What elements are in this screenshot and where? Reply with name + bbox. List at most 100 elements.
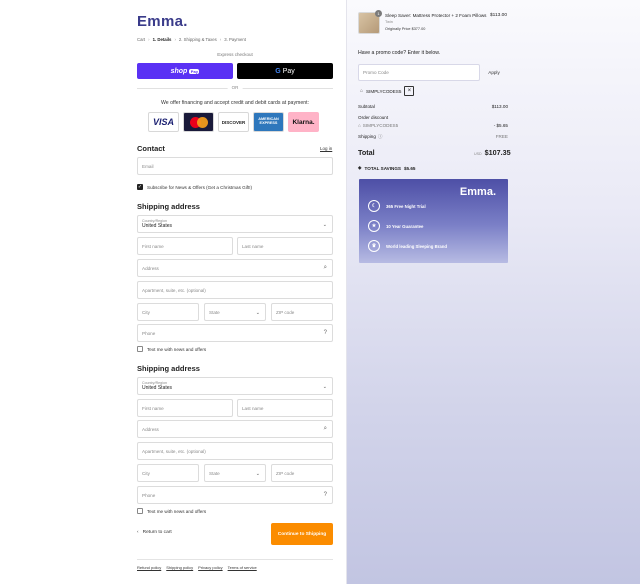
city-field[interactable]: City	[137, 303, 199, 321]
apartment-field-2[interactable]: Apartment, suite, etc. (optional)	[137, 442, 333, 460]
applied-code-label: SIMPLYCODES5	[366, 88, 402, 94]
state-select[interactable]: State ⌄	[204, 303, 266, 321]
breadcrumb: Cart › 1. Details › 2. Shipping & Taxes …	[137, 37, 246, 42]
subscribe-checkbox[interactable]: ✓	[137, 184, 143, 190]
chevron-down-icon: ⌄	[255, 310, 260, 316]
brand-logo: Emma.	[459, 186, 496, 198]
financing-text: We offer financing and accept credit and…	[160, 100, 310, 106]
or-text: OR	[227, 85, 243, 90]
shipping-row: Shipping ⓘ	[358, 134, 383, 140]
terms-of-service-link[interactable]: Terms of service	[228, 565, 257, 570]
benefit-item: ☾ 365 Free Night Trial	[368, 200, 426, 212]
email-placeholder: Email	[142, 163, 154, 169]
mastercard-card-icon	[183, 112, 214, 132]
city-field-2[interactable]: City	[137, 464, 199, 482]
chevron-down-icon: ⌄	[322, 222, 327, 228]
or-divider: OR	[137, 85, 333, 91]
shop-pay-button[interactable]: shop Pay	[137, 63, 233, 79]
benefit-item: ★ 10 Year Guarantee	[368, 220, 423, 232]
breadcrumb-shipping: 2. Shipping & Taxes	[178, 37, 217, 42]
text-me-checkbox-2[interactable]	[137, 508, 143, 514]
total-value: $107.35	[484, 148, 511, 157]
help-circle-icon[interactable]: ?	[324, 492, 327, 498]
trophy-icon: ♛	[368, 240, 380, 252]
last-name-field-2[interactable]: Last name	[237, 399, 333, 417]
country-select[interactable]: Country/Region United States ⌄	[137, 215, 333, 233]
return-label: Return to cart	[142, 530, 172, 535]
total-value-row: USD $107.35	[474, 148, 511, 157]
google-pay-text: Pay	[282, 67, 295, 75]
remove-code-close-icon[interactable]: ×	[404, 86, 415, 96]
google-g-icon: G	[275, 67, 281, 75]
first-name-field-2[interactable]: First name	[137, 399, 233, 417]
promo-code-input[interactable]: Promo Code	[358, 64, 480, 81]
discover-card-icon: DISCOVER	[218, 112, 249, 132]
product-variant: Twin	[385, 20, 393, 24]
country-value: United States	[142, 223, 173, 229]
first-name-field[interactable]: First name	[137, 237, 233, 255]
chevron-left-icon: ‹	[137, 530, 139, 535]
text-me-row-2: Text me with news and offers	[137, 508, 206, 514]
login-link[interactable]: Log in	[320, 146, 332, 151]
breadcrumb-separator: ›	[148, 37, 150, 42]
subtotal-label: Subtotal	[358, 104, 375, 109]
help-circle-icon[interactable]: ?	[324, 330, 327, 336]
continue-to-shipping-button[interactable]: Continue to Shipping	[271, 523, 333, 545]
payment-cards: VISA DISCOVER AMERICAN EXPRESS Klarna.	[148, 112, 319, 132]
award-icon: ★	[368, 220, 380, 232]
footer-divider	[137, 559, 333, 560]
breadcrumb-separator: ›	[219, 37, 222, 42]
order-discount-label: Order discount	[358, 115, 389, 120]
quantity-badge: 1	[375, 10, 382, 17]
promo-placeholder: Promo Code	[363, 70, 389, 75]
last-name-field[interactable]: Last name	[237, 237, 333, 255]
tag-icon: ◈	[358, 165, 362, 170]
tag-icon: ⌂	[358, 123, 361, 128]
email-field[interactable]: Email	[137, 157, 333, 175]
savings-value: $5.65	[403, 165, 416, 171]
chevron-down-icon: ⌄	[255, 471, 260, 477]
amex-card-icon: AMERICAN EXPRESS	[253, 112, 284, 132]
zip-field-2[interactable]: ZIP code	[271, 464, 333, 482]
google-pay-button[interactable]: G Pay	[237, 63, 333, 79]
text-me-row: Text me with news and offers	[137, 346, 206, 352]
info-icon[interactable]: ⓘ	[378, 134, 383, 140]
subscribe-row: ✓ Subscribe for News & Offers (Get a Chr…	[137, 184, 252, 190]
zip-field[interactable]: ZIP code	[271, 303, 333, 321]
chevron-down-icon: ⌄	[322, 384, 327, 390]
address-field-2[interactable]: Address ⌕	[137, 420, 333, 438]
shipping-policy-link[interactable]: Shipping policy	[166, 565, 193, 570]
benefit-item: ♛ World leading Sleeping Brand	[368, 240, 447, 252]
total-savings: ◈ TOTAL SAVINGS $5.65	[358, 165, 415, 171]
apply-button[interactable]: Apply	[480, 64, 508, 81]
contact-title: Contact	[137, 144, 165, 153]
savings-label: TOTAL SAVINGS	[364, 165, 401, 171]
product-original-price: Originally Price $377.00	[385, 27, 426, 31]
brand-logo[interactable]: Emma.	[137, 13, 188, 30]
moon-365-icon: ☾	[368, 200, 380, 212]
product-price: $113.00	[490, 13, 507, 18]
text-me-checkbox[interactable]	[137, 346, 143, 352]
shop-pay-pill: Pay	[189, 68, 200, 74]
shipping-address-title-2: Shipping address	[137, 364, 200, 373]
klarna-card-icon: Klarna.	[288, 112, 319, 132]
applied-code-chip: ⌂ SIMPLYCODES5 ×	[360, 86, 415, 96]
return-to-cart-link[interactable]: ‹ Return to cart	[137, 530, 172, 535]
phone-field[interactable]: Phone ?	[137, 324, 333, 342]
breadcrumb-details: 1. Details	[152, 37, 172, 42]
total-label: Total	[358, 148, 375, 157]
shipping-address-title: Shipping address	[137, 202, 200, 211]
promo-question: Have a promo code? Enter it below.	[358, 50, 441, 56]
refund-policy-link[interactable]: Refund policy	[137, 565, 161, 570]
state-select-2[interactable]: State ⌄	[204, 464, 266, 482]
express-checkout-label: Express checkout	[217, 52, 253, 57]
country-select-2[interactable]: Country/Region United States ⌄	[137, 377, 333, 395]
address-field[interactable]: Address ⌕	[137, 259, 333, 277]
apartment-field[interactable]: Apartment, suite, etc. (optional)	[137, 281, 333, 299]
breadcrumb-cart[interactable]: Cart	[137, 37, 145, 42]
breadcrumb-payment: 3. Payment	[224, 37, 246, 42]
privacy-policy-link[interactable]: Privacy policy	[198, 565, 222, 570]
tag-icon: ⌂	[360, 88, 364, 94]
phone-field-2[interactable]: Phone ?	[137, 486, 333, 504]
currency-code: USD	[474, 152, 482, 156]
